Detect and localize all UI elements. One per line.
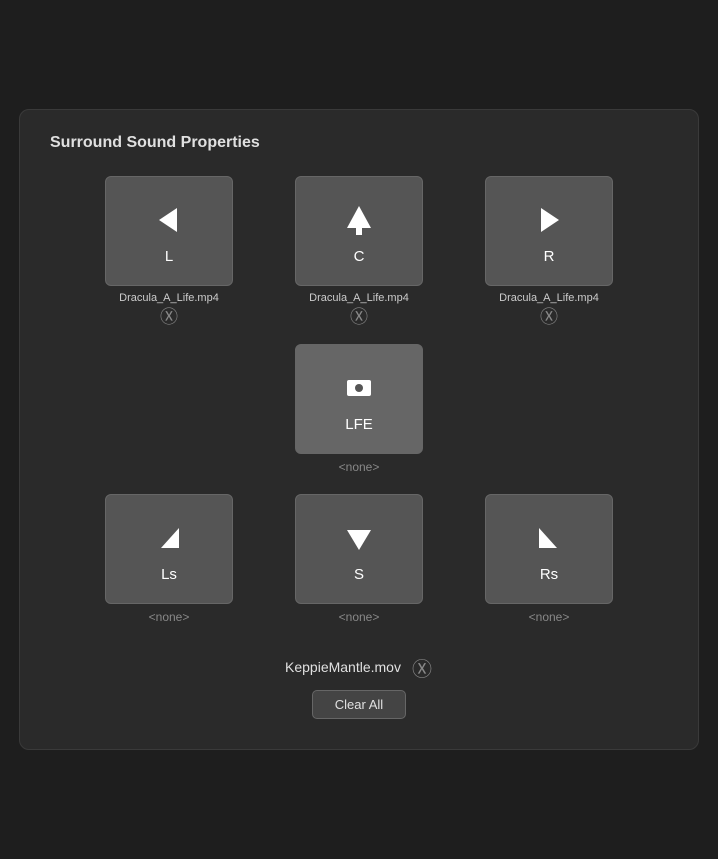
channels-grid: L Dracula_A_Life.mp4 Ⓧ C D	[50, 176, 668, 632]
panel-title: Surround Sound Properties	[50, 134, 668, 152]
channel-slot-L: L Dracula_A_Life.mp4 Ⓧ	[104, 176, 234, 326]
channel-box-L[interactable]: L	[105, 176, 233, 286]
channel-slot-LFE: LFE <none>	[294, 344, 424, 474]
channel-slot-Ls: Ls <none>	[104, 494, 234, 624]
channel-slot-S: S <none>	[294, 494, 424, 624]
channel-none-LFE: <none>	[339, 460, 380, 474]
lfe-speaker-icon	[337, 366, 381, 410]
channel-slot-R: R Dracula_A_Life.mp4 Ⓧ	[484, 176, 614, 326]
ls-speaker-icon	[147, 516, 191, 560]
channel-none-Rs: <none>	[529, 610, 570, 624]
middle-row: LFE <none>	[294, 344, 424, 474]
left-speaker-icon	[147, 198, 191, 242]
channel-box-R[interactable]: R	[485, 176, 613, 286]
s-speaker-icon	[337, 516, 381, 560]
channel-box-Ls[interactable]: Ls	[105, 494, 233, 604]
bottom-row: Ls <none> S <none>	[104, 494, 614, 624]
channel-label-Rs: Rs	[540, 566, 558, 583]
channel-label-L: L	[165, 248, 173, 265]
channel-remove-C[interactable]: Ⓧ	[350, 308, 368, 326]
center-speaker-icon	[337, 198, 381, 242]
rs-speaker-icon	[527, 516, 571, 560]
channel-remove-L[interactable]: Ⓧ	[160, 308, 178, 326]
current-filename: KeppieMantle.mov	[285, 659, 401, 675]
channel-label-LFE: LFE	[345, 416, 373, 433]
channel-box-Rs[interactable]: Rs	[485, 494, 613, 604]
channel-box-S[interactable]: S	[295, 494, 423, 604]
channel-box-LFE[interactable]: LFE	[295, 344, 423, 454]
channel-slot-C: C Dracula_A_Life.mp4 Ⓧ	[294, 176, 424, 326]
channel-remove-R[interactable]: Ⓧ	[540, 308, 558, 326]
channel-label-Ls: Ls	[161, 566, 177, 583]
channel-label-R: R	[544, 248, 555, 265]
channel-box-C[interactable]: C	[295, 176, 423, 286]
bottom-section: KeppieMantle.mov Ⓧ Clear All	[50, 656, 668, 719]
channel-label-C: C	[354, 248, 365, 265]
channel-slot-Rs: Rs <none>	[484, 494, 614, 624]
channel-none-S: <none>	[339, 610, 380, 624]
channel-filename-L: Dracula_A_Life.mp4	[119, 292, 219, 304]
channel-none-Ls: <none>	[149, 610, 190, 624]
top-row: L Dracula_A_Life.mp4 Ⓧ C D	[104, 176, 614, 326]
clear-all-button[interactable]: Clear All	[312, 690, 406, 719]
current-file-row: KeppieMantle.mov Ⓧ	[285, 656, 433, 678]
right-speaker-icon	[527, 198, 571, 242]
channel-label-S: S	[354, 566, 364, 583]
current-file-remove-btn[interactable]: Ⓧ	[411, 656, 433, 678]
channel-filename-C: Dracula_A_Life.mp4	[309, 292, 409, 304]
surround-sound-panel: Surround Sound Properties L Dracula_A_Li…	[19, 109, 699, 750]
channel-filename-R: Dracula_A_Life.mp4	[499, 292, 599, 304]
